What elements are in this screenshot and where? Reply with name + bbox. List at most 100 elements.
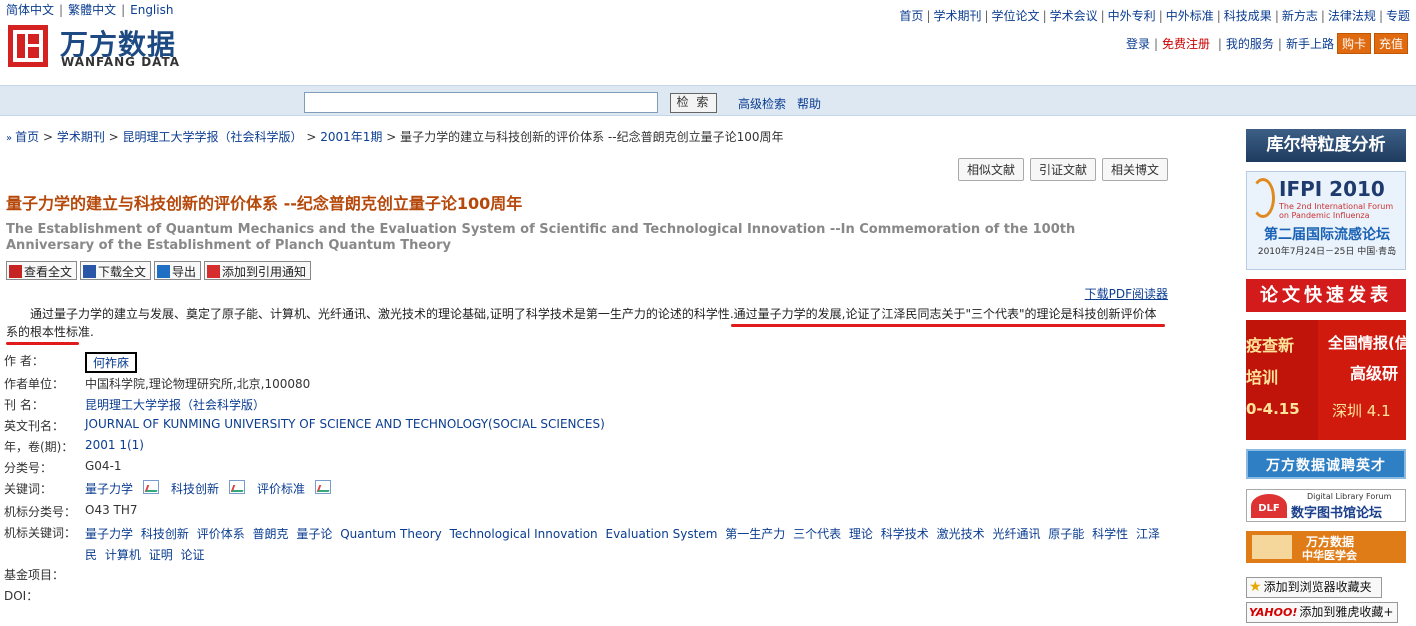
- author-link[interactable]: 何祚庥: [85, 352, 138, 373]
- ad-medical-association[interactable]: 万方数据 中华医学会: [1246, 531, 1406, 563]
- add-to-browser-favorites-button[interactable]: ★ 添加到浏览器收藏夹: [1246, 577, 1382, 598]
- mach-keyword-link[interactable]: 三个代表: [793, 527, 841, 541]
- breadcrumb-issue[interactable]: 2001年1期: [320, 130, 382, 144]
- star-icon: ★: [1249, 579, 1262, 595]
- similar-docs-button[interactable]: 相似文献: [957, 158, 1024, 181]
- mach-keyword-link[interactable]: 光纤通讯: [992, 527, 1040, 541]
- ad-particle-analysis[interactable]: 库尔特粒度分析: [1246, 129, 1406, 162]
- download-pdf-reader-link[interactable]: 下载PDF阅读器: [1085, 285, 1168, 302]
- download-fulltext-button[interactable]: 下载全文: [80, 261, 152, 280]
- issue-label: 年，卷(期)：: [4, 440, 74, 454]
- my-services-link[interactable]: 我的服务: [1226, 37, 1274, 51]
- mach-keyword-link[interactable]: 量子力学: [85, 527, 133, 541]
- mach-keyword-link[interactable]: 原子能: [1048, 527, 1084, 541]
- ad-digital-library-forum[interactable]: DLF Digital Library Forum 数字图书馆论坛: [1246, 489, 1406, 522]
- nav-home[interactable]: 首页: [899, 9, 923, 23]
- search-button[interactable]: 检 索: [670, 93, 717, 113]
- mach-keyword-link[interactable]: Technological Innovation: [450, 527, 598, 541]
- mach-keyword-link[interactable]: 评价体系: [197, 527, 245, 541]
- train-left-line3: 0-4.15: [1246, 400, 1300, 418]
- breadcrumb-current: 量子力学的建立与科技创新的评价体系 --纪念普朗克创立量子论100周年: [400, 130, 784, 144]
- nav-standards[interactable]: 中外标准: [1166, 9, 1214, 23]
- mach-keyword-link[interactable]: 第一生产力: [725, 527, 785, 541]
- nav-patents[interactable]: 中外专利: [1108, 9, 1156, 23]
- guide-link[interactable]: 新手上路: [1286, 37, 1334, 51]
- user-nav: 登录 | 免费注册 | 我的服务 | 新手上路 购卡 充值: [1126, 33, 1408, 54]
- keyword-link[interactable]: 评价标准: [257, 482, 305, 496]
- journal-link[interactable]: 昆明理工大学学报（社会科学版）: [85, 398, 265, 412]
- login-link[interactable]: 登录: [1126, 37, 1150, 51]
- pdf-icon: [9, 265, 22, 278]
- mach-keyword-link[interactable]: 证明: [149, 548, 173, 562]
- red-underline-annotation: [6, 342, 79, 345]
- ad-training[interactable]: 疫查新 培训 0-4.15 全国情报(信 高级研 深圳 4.1: [1246, 320, 1406, 440]
- mach-keyword-link[interactable]: 论证: [181, 548, 205, 562]
- mach-keyword-link[interactable]: 量子论: [296, 527, 332, 541]
- ifpi-subtitle: The 2nd International Forum on Pandemic …: [1279, 202, 1394, 220]
- citing-docs-button[interactable]: 引证文献: [1029, 158, 1096, 181]
- keyword-link[interactable]: 量子力学: [85, 482, 133, 496]
- issue-link[interactable]: 2001 1(1): [85, 438, 144, 452]
- mach-keywords-list: 量子力学 科技创新 评价体系 普朗克 量子论 Quantum Theory Te…: [85, 524, 1160, 566]
- top-nav: 首页 | 学术期刊 | 学位论文 | 学术会议 | 中外专利 | 中外标准 | 科技成果 | 新方志 | 法律法…: [899, 9, 1410, 23]
- breadcrumb-journal[interactable]: 昆明理工大学学报（社会科学版）: [123, 130, 303, 144]
- view-fulltext-button[interactable]: 查看全文: [6, 261, 78, 280]
- logo-mark-icon: [8, 25, 48, 67]
- keywords-label: 关键词：: [4, 482, 53, 496]
- mach-keyword-link[interactable]: Quantum Theory: [340, 527, 442, 541]
- nav-achievements[interactable]: 科技成果: [1224, 9, 1272, 23]
- mach-keyword-link[interactable]: Evaluation System: [606, 527, 718, 541]
- med-line2: 中华医学会: [1302, 549, 1357, 562]
- lang-simplified[interactable]: 简体中文: [6, 3, 54, 17]
- journal-label: 刊 名：: [4, 398, 44, 412]
- article-actions: 查看全文 下载全文 导出 添加到引用通知: [6, 261, 314, 280]
- trend-chart-icon[interactable]: [315, 480, 332, 494]
- mach-keyword-link[interactable]: 科技创新: [141, 527, 189, 541]
- nav-journals[interactable]: 学术期刊: [933, 9, 981, 23]
- register-link[interactable]: 免费注册: [1162, 37, 1210, 51]
- lang-traditional[interactable]: 繁體中文: [68, 3, 116, 17]
- recharge-button[interactable]: 充值: [1373, 33, 1408, 54]
- nav-topics[interactable]: 专题: [1386, 9, 1410, 23]
- train-right-line3: 深圳 4.1: [1332, 402, 1391, 420]
- nav-conferences[interactable]: 学术会议: [1050, 9, 1098, 23]
- page-title: 量子力学的建立与科技创新的评价体系 --纪念普朗克创立量子论100周年: [6, 194, 523, 213]
- nav-laws[interactable]: 法律法规: [1328, 9, 1376, 23]
- add-citation-alert-button[interactable]: 添加到引用通知: [204, 261, 312, 280]
- journal-en-link[interactable]: JOURNAL OF KUNMING UNIVERSITY OF SCIENCE…: [85, 417, 605, 431]
- advanced-search-link[interactable]: 高级检索: [738, 95, 786, 112]
- lang-english[interactable]: English: [130, 3, 173, 17]
- search-input[interactable]: [304, 92, 658, 113]
- breadcrumb-journals[interactable]: 学术期刊: [57, 130, 105, 144]
- ifpi-cn-title: 第二届国际流感论坛: [1264, 227, 1390, 243]
- mach-keyword-link[interactable]: 科学技术: [881, 527, 929, 541]
- export-button[interactable]: 导出: [154, 261, 202, 280]
- ad-ifpi-2010[interactable]: IFPI 2010 The 2nd International Forum on…: [1246, 171, 1406, 270]
- help-link[interactable]: 帮助: [797, 95, 821, 112]
- mach-keyword-link[interactable]: 理论: [849, 527, 873, 541]
- buy-card-button[interactable]: 购卡: [1336, 33, 1371, 54]
- mach-keyword-link[interactable]: 科学性: [1092, 527, 1128, 541]
- dlf-title: 数字图书馆论坛: [1291, 506, 1383, 521]
- search-bar: 检 索 高级检索 帮助: [0, 85, 1416, 116]
- ifpi-title: IFPI 2010: [1279, 177, 1385, 201]
- keyword-link[interactable]: 科技创新: [171, 482, 219, 496]
- mach-keyword-link[interactable]: 激光技术: [937, 527, 985, 541]
- nav-local-chronicles[interactable]: 新方志: [1282, 9, 1318, 23]
- save-icon: [83, 265, 97, 278]
- trend-chart-icon[interactable]: [229, 480, 246, 494]
- page-title-en: The Establishment of Quantum Mechanics a…: [6, 222, 1076, 253]
- mach-keyword-link[interactable]: 计算机: [105, 548, 141, 562]
- breadcrumb-home[interactable]: 首页: [15, 130, 39, 144]
- fund-label: 基金项目：: [4, 568, 65, 582]
- add-icon: [207, 265, 221, 278]
- add-to-yahoo-favorites-button[interactable]: YAHOO! 添加到雅虎收藏+: [1246, 602, 1398, 623]
- ad-fast-publish[interactable]: 论文快速发表: [1246, 279, 1406, 312]
- nav-theses[interactable]: 学位论文: [992, 9, 1040, 23]
- related-blogs-button[interactable]: 相关博文: [1101, 158, 1168, 181]
- trend-chart-icon[interactable]: [143, 480, 160, 494]
- ad-recruit[interactable]: 万方数据诚聘英才: [1246, 449, 1406, 479]
- train-left-line1: 疫查新: [1246, 336, 1295, 355]
- mach-keywords-label: 机标关键词：: [4, 526, 77, 540]
- mach-keyword-link[interactable]: 普朗克: [253, 527, 289, 541]
